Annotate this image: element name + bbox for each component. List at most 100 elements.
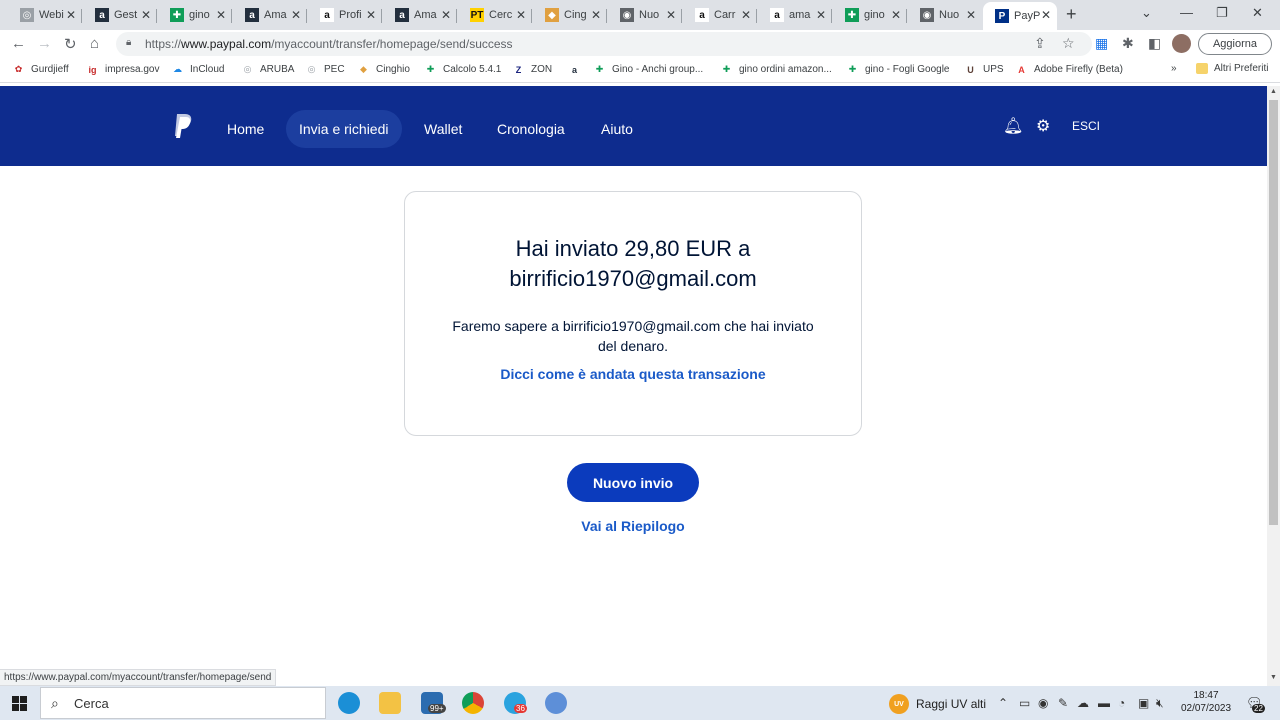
scroll-up-icon[interactable]: ▲ (1270, 88, 1277, 95)
taskbar-search[interactable]: ⌕ Cerca (40, 687, 326, 719)
new-tab-button[interactable]: + (1066, 4, 1077, 25)
page-scrollbar[interactable]: ▲ ▼ (1267, 86, 1280, 686)
browser-tab[interactable]: ◉ Nuo ✕ (608, 2, 682, 28)
edge-icon[interactable] (338, 692, 360, 714)
browser-toolbar: ← → ↻ ⌂ 🔒︎ https://www.paypal.com/myacco… (0, 30, 1280, 59)
browser-tab[interactable]: a ama ✕ (758, 2, 832, 28)
scroll-down-icon[interactable]: ▼ (1270, 674, 1277, 681)
tab-close-icon[interactable]: ✕ (1041, 8, 1051, 22)
browser-tab[interactable]: a Ama ✕ (383, 2, 457, 28)
chrome-icon[interactable] (462, 692, 484, 714)
apps-grid-icon[interactable]: ▦ (1095, 35, 1108, 52)
browser-tab[interactable]: a Ama ✕ (233, 2, 307, 28)
reload-icon[interactable]: ↻ (64, 35, 77, 53)
forward-icon[interactable]: → (37, 35, 52, 52)
bookmark-star-icon[interactable]: ☆ (1062, 35, 1075, 52)
tray-app-icon[interactable]: ▭ (1019, 696, 1030, 710)
summary-link[interactable]: Vai al Riepilogo (540, 518, 726, 534)
bookmark-item[interactable]: ☁ InCloud (171, 63, 224, 76)
tab-close-icon[interactable]: ✕ (891, 8, 901, 22)
tab-close-icon[interactable]: ✕ (66, 8, 76, 22)
paypal-logo-icon[interactable] (173, 113, 193, 139)
bookmark-item[interactable]: ◆ Cinghio (357, 63, 410, 76)
side-panel-icon[interactable]: ◧ (1148, 35, 1161, 52)
address-bar[interactable]: 🔒︎ https://www.paypal.com/myaccount/tran… (116, 32, 1092, 56)
browser-tab[interactable]: P PayP ✕ (983, 2, 1057, 30)
feedback-link[interactable]: Dicci come è andata questa transazione (405, 366, 861, 382)
browser-tab[interactable]: PT Cerc ✕ (458, 2, 532, 28)
browser-tab[interactable]: ✚ gino ✕ (158, 2, 232, 28)
home-icon[interactable]: ⌂ (90, 35, 99, 52)
tab-close-icon[interactable]: ✕ (591, 8, 601, 22)
bookmark-item[interactable]: ✿ Gurdjieff (12, 63, 69, 76)
browser-tab[interactable]: ◉ Nuo ✕ (908, 2, 982, 28)
browser-tab[interactable]: a Carr ✕ (683, 2, 757, 28)
tray-pen-icon[interactable]: ✎ (1058, 696, 1068, 710)
close-window-icon[interactable]: ✕ (1252, 5, 1263, 21)
tab-close-icon[interactable]: ✕ (741, 8, 751, 22)
bookmark-item[interactable]: ◎ ARUBA (241, 63, 295, 76)
bell-icon[interactable]: 🔔︎ (1003, 116, 1023, 136)
bookmark-item[interactable]: ✚ gino ordini amazon... (720, 63, 832, 76)
tab-close-icon[interactable]: ✕ (216, 8, 226, 22)
back-icon[interactable]: ← (11, 35, 26, 52)
uv-weather-icon[interactable]: UV (889, 694, 909, 714)
display-icon[interactable]: ▣ (1138, 696, 1149, 710)
tab-search-icon[interactable]: ⌄ (1141, 5, 1152, 21)
weather-text[interactable]: Raggi UV alti (916, 697, 986, 711)
browser-tab[interactable]: a Profi ✕ (308, 2, 382, 28)
nav-send-request[interactable]: Invia e richiedi (286, 110, 402, 148)
windows-start-icon[interactable] (12, 696, 27, 711)
lock-icon[interactable]: 🔒︎ (126, 37, 131, 48)
bookmark-item[interactable]: U UPS (964, 63, 1003, 76)
bookmark-item[interactable]: a (568, 63, 587, 76)
nav-help[interactable]: Aiuto (588, 110, 646, 148)
bookmark-item[interactable]: Z ZON (512, 63, 552, 76)
bookmark-item[interactable]: ✚ Gino - Anchi group... (593, 63, 703, 76)
tab-close-icon[interactable]: ✕ (666, 8, 676, 22)
bookmark-item[interactable]: ◎ PEC (305, 63, 345, 76)
logout-link[interactable]: ESCI (1072, 119, 1100, 133)
volume-muted-icon[interactable]: 🔇︎ (1156, 696, 1164, 711)
update-button[interactable]: Aggiorna (1198, 33, 1272, 55)
sync-app-icon[interactable] (545, 692, 567, 714)
nav-home[interactable]: Home (214, 110, 277, 148)
wifi-icon[interactable]: ◔ (1118, 696, 1125, 710)
browser-tab[interactable]: ◎ Webi ✕ (8, 2, 82, 28)
file-explorer-icon[interactable] (379, 692, 401, 714)
tab-close-icon[interactable]: ✕ (441, 8, 451, 22)
taskbar-clock[interactable]: 18:47 02/07/2023 (1176, 689, 1236, 715)
minimize-icon[interactable]: — (1180, 5, 1193, 20)
tray-chevron-icon[interactable]: ⌃ (998, 696, 1008, 710)
maximize-icon[interactable]: ❐ (1216, 5, 1228, 21)
bookmark-label: ARUBA (260, 64, 295, 75)
tab-close-icon[interactable]: ✕ (816, 8, 826, 22)
tab-close-icon[interactable]: ✕ (516, 8, 526, 22)
other-bookmarks[interactable]: Altri Preferiti (1196, 63, 1268, 74)
nav-activity[interactable]: Cronologia (484, 110, 578, 148)
scroll-thumb[interactable] (1269, 100, 1278, 525)
bookmark-item[interactable]: A Adobe Firefly (Beta) (1015, 63, 1123, 76)
tab-close-icon[interactable]: ✕ (966, 8, 976, 22)
bookmark-item[interactable]: ✚ Calcolo 5.4.1 (424, 63, 502, 76)
share-icon[interactable]: ⇪ (1034, 35, 1046, 52)
battery-icon[interactable]: ▬ (1098, 696, 1110, 710)
extensions-icon[interactable]: ✱ (1122, 35, 1134, 52)
nav-wallet[interactable]: Wallet (411, 110, 475, 148)
new-send-button[interactable]: Nuovo invio (567, 463, 699, 502)
tab-close-icon[interactable]: ✕ (366, 8, 376, 22)
gear-icon[interactable]: ⚙ (1036, 116, 1050, 136)
address-url[interactable]: https://www.paypal.com/myaccount/transfe… (145, 37, 513, 51)
bookmark-item[interactable]: ig impresa.gov (86, 63, 160, 76)
browser-tab[interactable]: a Gest ✕ (83, 2, 157, 28)
profile-avatar[interactable] (1172, 34, 1191, 53)
browser-tab[interactable]: ◆ Cing ✕ (533, 2, 607, 28)
tray-cloud-icon[interactable]: ☁ (1077, 696, 1089, 710)
bookmarks-overflow-button[interactable]: » (1171, 63, 1177, 74)
bookmark-item[interactable]: ✚ gino - Fogli Google (846, 63, 950, 76)
tray-telegram-icon[interactable]: ◉ (1038, 696, 1048, 710)
browser-tab[interactable]: ✚ gino ✕ (833, 2, 907, 28)
tab-close-icon[interactable]: ✕ (141, 8, 151, 22)
bookmarks-bar: ✿ Gurdjieff ig impresa.gov ☁ InCloud ◎ ARUBA ◎ PE… (0, 59, 1280, 83)
tab-close-icon[interactable]: ✕ (291, 8, 301, 22)
